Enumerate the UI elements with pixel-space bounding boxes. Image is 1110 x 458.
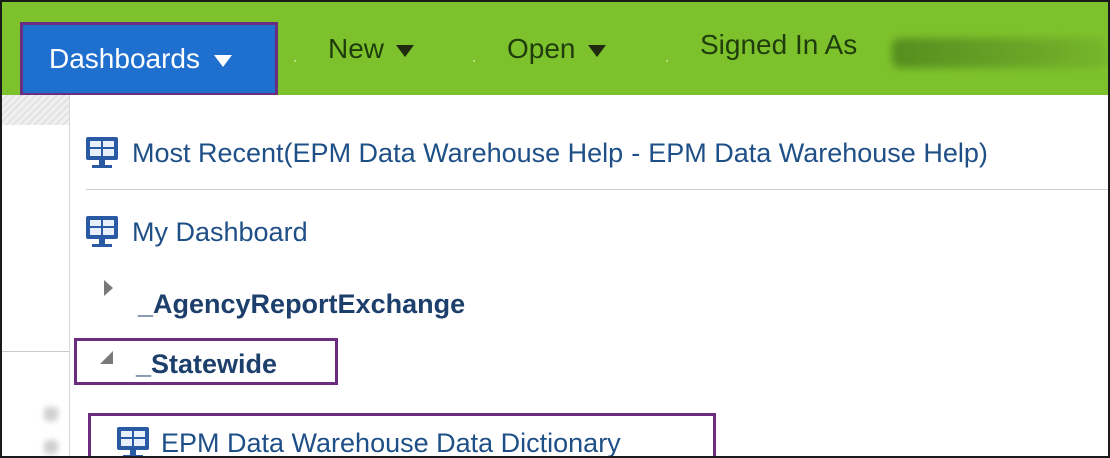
top-navigation-bar: Dashboards New Open Signed In As <box>2 2 1108 96</box>
dashboard-monitor-icon <box>86 216 118 248</box>
redacted-user-name <box>892 38 1108 68</box>
open-menu-button[interactable]: Open <box>507 2 606 95</box>
new-menu-label: New <box>328 32 385 64</box>
most-recent-label-tail: EPM Data Warehouse Help) <box>648 137 988 168</box>
dashboards-menu-label: Dashboards <box>49 43 200 74</box>
left-panel-item-icon <box>44 407 58 421</box>
nav-separator <box>666 60 668 62</box>
nav-separator <box>473 60 475 62</box>
data-dictionary-menu-item[interactable]: EPM Data Warehouse Data Dictionary <box>117 427 621 458</box>
caret-down-icon <box>213 55 232 67</box>
left-panel-divider <box>2 351 69 352</box>
dashboards-dropdown-menu: Most Recent(EPM Data Warehouse Help - EP… <box>69 95 1108 458</box>
folder-statewide[interactable]: _Statewide <box>136 349 277 380</box>
nav-separator <box>294 60 296 62</box>
new-menu-button[interactable]: New <box>328 2 415 95</box>
data-dictionary-label: EPM Data Warehouse Data Dictionary <box>161 427 621 458</box>
triangle-down-icon[interactable] <box>100 351 113 364</box>
dashboard-monitor-icon <box>86 137 118 169</box>
open-menu-label: Open <box>507 32 576 64</box>
dashboard-monitor-icon <box>117 427 149 456</box>
menu-divider <box>86 189 1108 190</box>
left-panel-header <box>2 95 69 125</box>
folder-agency-report-exchange[interactable]: _AgencyReportExchange <box>138 289 465 320</box>
caret-down-icon <box>587 44 606 57</box>
most-recent-label: Most Recent(EPM Data Warehouse Help <box>132 137 624 168</box>
dashboards-menu-button[interactable]: Dashboards <box>20 22 278 96</box>
caret-down-icon <box>396 44 415 57</box>
most-recent-menu-item[interactable]: Most Recent(EPM Data Warehouse Help - EP… <box>86 137 988 169</box>
my-dashboard-menu-item[interactable]: My Dashboard <box>86 216 308 248</box>
most-recent-separator: - <box>631 137 641 168</box>
left-panel-item-icon <box>44 440 58 454</box>
my-dashboard-label: My Dashboard <box>132 216 308 247</box>
application-frame: Dashboards New Open Signed In As Most Re… <box>0 0 1110 458</box>
signed-in-as-label: Signed In As <box>700 28 858 60</box>
triangle-right-icon[interactable] <box>104 280 113 296</box>
